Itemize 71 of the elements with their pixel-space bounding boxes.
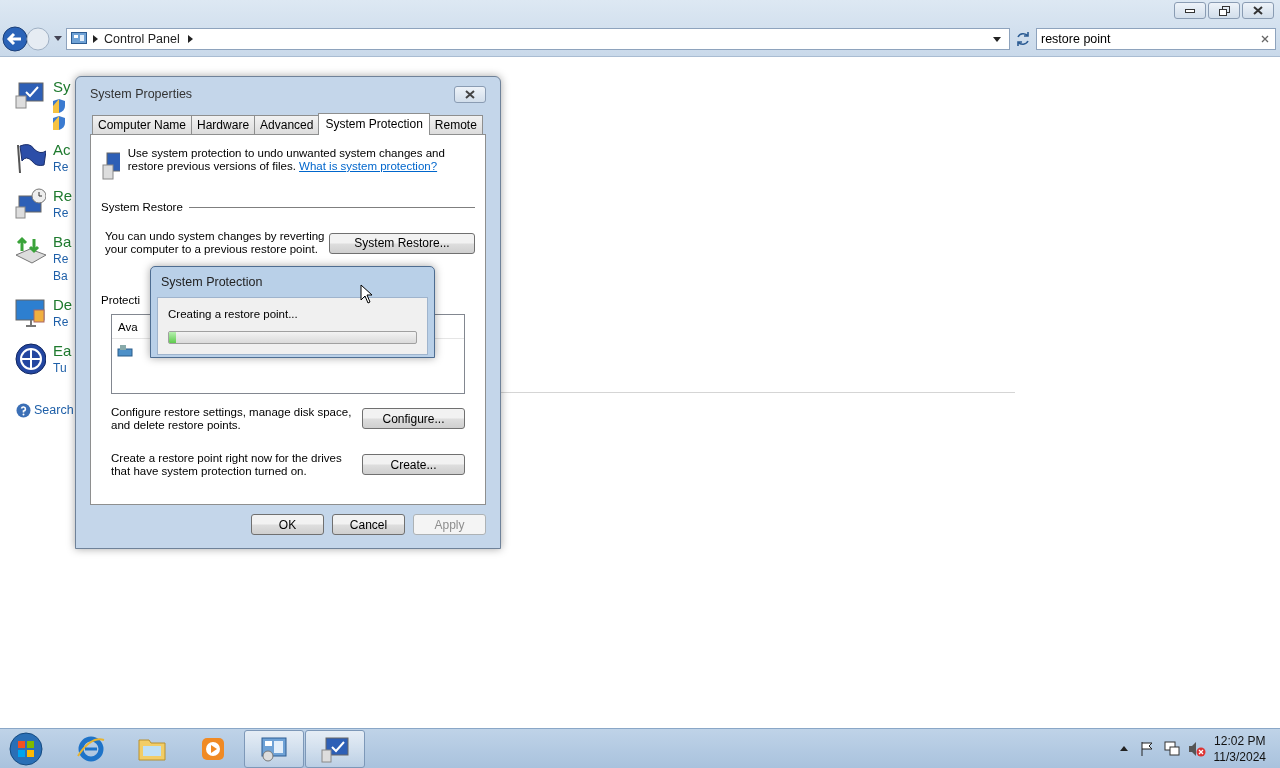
show-hidden-icons-icon[interactable] <box>1119 746 1128 751</box>
create-button[interactable]: Create... <box>362 454 465 475</box>
address-bar[interactable]: Control Panel <box>66 28 1010 50</box>
network-icon[interactable] <box>1163 740 1180 757</box>
ease-of-access-icon[interactable] <box>14 342 46 376</box>
close-icon <box>465 90 475 99</box>
column-header: Ava <box>118 320 138 333</box>
chevron-icon[interactable] <box>187 35 193 43</box>
tab[interactable]: Computer Name <box>92 115 193 134</box>
shield-icon <box>53 98 65 113</box>
window-title: System Properties <box>90 86 193 104</box>
taskbar-button[interactable] <box>244 729 304 768</box>
close-icon <box>1253 6 1263 15</box>
group-heading: Protecti <box>101 293 140 309</box>
result-title[interactable]: Ac <box>53 141 71 159</box>
tab[interactable]: Hardware <box>191 115 256 134</box>
result-title[interactable]: Ba <box>53 233 72 251</box>
chevron-icon <box>93 35 98 43</box>
close-button[interactable] <box>1242 2 1274 19</box>
restore-button[interactable] <box>1208 2 1240 19</box>
monitor-icon[interactable] <box>14 296 46 330</box>
back-button[interactable] <box>2 26 28 52</box>
shield-icon <box>53 115 65 130</box>
group-heading: System Restore <box>101 200 183 215</box>
help-link[interactable]: What is system protection? <box>299 160 438 172</box>
history-dropdown-icon[interactable] <box>54 36 62 42</box>
dropdown-icon[interactable] <box>993 36 1001 42</box>
status-text: Creating a restore point... <box>168 307 299 322</box>
ok-button[interactable]: OK <box>251 514 324 535</box>
result-link[interactable]: Ba <box>53 268 72 285</box>
close-button[interactable] <box>454 86 486 103</box>
clock-time[interactable]: 12:02 PM <box>1213 732 1266 749</box>
breadcrumb-item[interactable]: Control Panel <box>104 29 180 49</box>
minimize-button[interactable] <box>1174 2 1206 19</box>
window-title: System Protection <box>161 273 263 291</box>
cancel-button[interactable]: Cancel <box>332 514 405 535</box>
taskbar-button[interactable] <box>305 729 365 768</box>
create-description: Create a restore point right now for the drives that have system protection turned on. <box>111 451 343 478</box>
clock-date[interactable]: 11/3/2024 <box>1213 748 1266 765</box>
restore-description: You can undo system changes by reverting your computer to a previous restore point. <box>105 230 326 257</box>
restore-icon <box>1218 5 1230 16</box>
result-link[interactable]: Re <box>53 314 73 331</box>
tab[interactable]: Remote <box>428 115 483 134</box>
configure-button[interactable]: Configure... <box>362 408 465 429</box>
help-icon <box>16 402 31 418</box>
drive-icon <box>117 343 133 358</box>
result-link[interactable]: Tu <box>53 360 72 377</box>
computer-clock-icon[interactable] <box>14 187 46 221</box>
result-title[interactable]: Sy <box>53 78 71 96</box>
tab[interactable]: Advanced <box>254 115 320 134</box>
intro-text: Use system protection to undo unwanted system changes and restore previous versions of files. What is system protection? <box>127 147 446 173</box>
result-title[interactable]: Ea <box>53 342 72 360</box>
result-link[interactable]: Re <box>53 159 71 176</box>
clear-icon[interactable] <box>1261 35 1269 43</box>
refresh-icon[interactable] <box>1014 30 1032 48</box>
minimize-icon <box>1185 8 1195 13</box>
system-restore-button[interactable]: System Restore... <box>329 232 475 254</box>
configure-description: Configure restore settings, manage disk space, and delete restore points. <box>111 405 353 432</box>
control-panel-icon <box>71 32 87 46</box>
flag-icon[interactable] <box>14 141 46 175</box>
result-title[interactable]: Re <box>53 187 73 205</box>
cursor-icon <box>360 284 373 304</box>
windows-logo-icon <box>9 731 43 766</box>
result-link[interactable]: Re <box>53 205 73 222</box>
result-link[interactable]: Re <box>53 251 72 268</box>
result-title[interactable]: De <box>53 296 73 314</box>
tab[interactable]: System Protection <box>318 113 430 135</box>
search-field[interactable]: restore point <box>1036 28 1276 50</box>
help-link[interactable]: Search <box>34 401 74 420</box>
flag-icon[interactable] <box>1139 740 1154 757</box>
muted-speaker-icon[interactable] <box>1187 740 1206 757</box>
